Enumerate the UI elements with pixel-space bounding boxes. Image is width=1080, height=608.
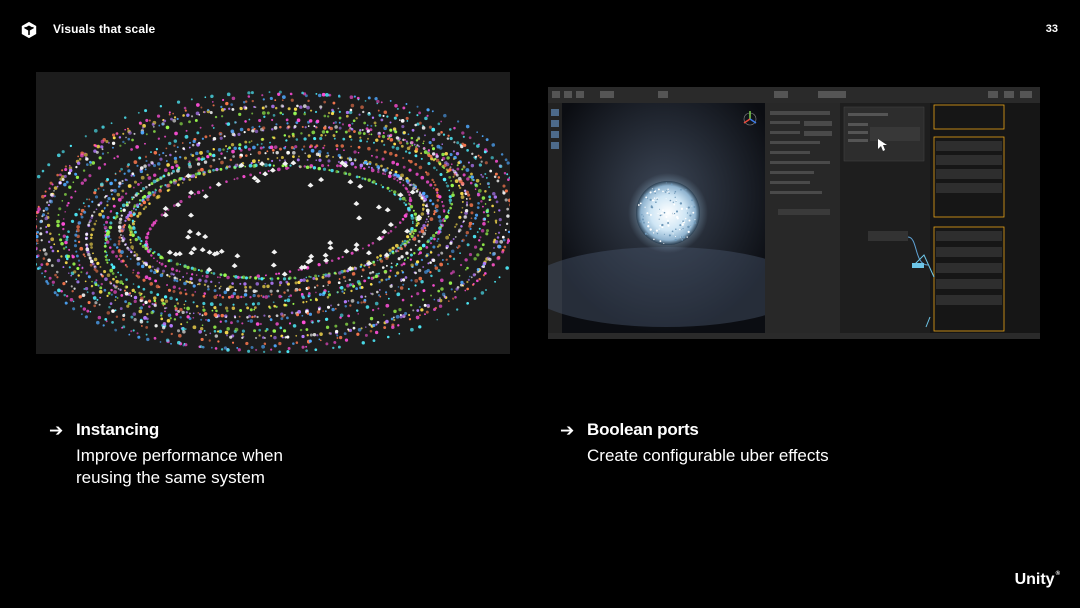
particle-rings-svg [36,90,510,354]
instanced-particle [356,215,363,221]
instanced-particle [353,242,360,248]
arrow-right-icon: ➔ [560,421,575,440]
instanced-particle [343,248,350,254]
instanced-particle [365,250,372,256]
unity-cube-icon [21,21,37,39]
instanced-particle [202,234,209,239]
vfx-graph-editor-image [548,87,1040,339]
feature-instancing: ➔ Instancing Improve performance when re… [49,420,429,500]
instanced-particle [234,253,241,259]
instanced-particle [384,207,391,213]
editor-toolbar [548,87,1040,103]
particle-ring [104,136,453,307]
slide-title: Visuals that scale [53,22,156,36]
feature-boolean-ports: ➔ Boolean ports Create configurable uber… [560,420,980,480]
instanced-particle [218,248,225,254]
particle-ring [89,133,465,310]
arrow-right-icon: ➔ [49,421,64,440]
instanced-particle [186,229,193,234]
instanced-particle [375,204,382,210]
brand-text: Unity [1014,571,1055,588]
unity-logo: Unity® [1014,571,1060,588]
slide-header: Visuals that scale 33 [0,0,1080,60]
instanced-particle [397,192,404,198]
instanced-particle [290,160,297,166]
instanced-particle [308,253,315,259]
feature-description-line: Improve performance when [76,446,283,465]
instanced-particle [191,246,198,252]
instanced-particle [409,189,416,195]
instanced-particle [347,179,354,185]
particle-ring [103,130,455,313]
instanced-particle [270,262,277,268]
particle-ring [127,164,419,280]
feature-description: Improve performance when reusing the sam… [76,445,396,489]
inspector-panel [765,103,840,333]
instanced-particle [327,240,334,246]
instanced-particle [231,263,238,269]
instanced-particle [307,182,314,188]
feature-description-line: Create configurable uber effects [587,446,829,465]
graph-node [868,231,908,241]
instanced-particle [185,234,192,240]
instanced-particle [318,177,325,182]
particle-rings-image [36,72,510,354]
page-number: 33 [1045,23,1058,35]
instanced-particle [357,183,364,189]
vfx-editor-svg [548,87,1040,339]
particle-ring [61,118,487,326]
feature-title: Instancing [76,420,160,439]
instanced-particle [327,245,334,251]
instanced-particle [262,171,269,177]
instanced-particle [353,201,360,206]
instanced-particle [269,167,276,173]
feature-description: Create configurable uber effects [587,445,907,467]
particle-sphere [636,181,700,245]
instanced-particle [166,249,173,255]
instanced-particle [381,229,388,235]
instanced-particle [323,257,330,263]
instanced-particle [188,250,195,256]
instanced-particle [271,249,278,255]
instanced-particle [176,251,183,257]
instanced-particle [188,212,194,218]
instanced-particle [259,161,265,167]
instanced-particle [162,212,169,218]
instanced-particle [199,247,206,253]
feature-description-line: reusing the same system [76,468,265,487]
instanced-particle [188,190,195,195]
instanced-particle [322,252,329,258]
instanced-particle [195,231,202,237]
instanced-particle [387,222,394,227]
feature-title: Boolean ports [587,420,699,439]
instanced-particle [206,249,213,255]
instanced-particle [202,193,209,199]
instanced-particle [281,271,288,277]
instanced-particle [215,181,222,187]
